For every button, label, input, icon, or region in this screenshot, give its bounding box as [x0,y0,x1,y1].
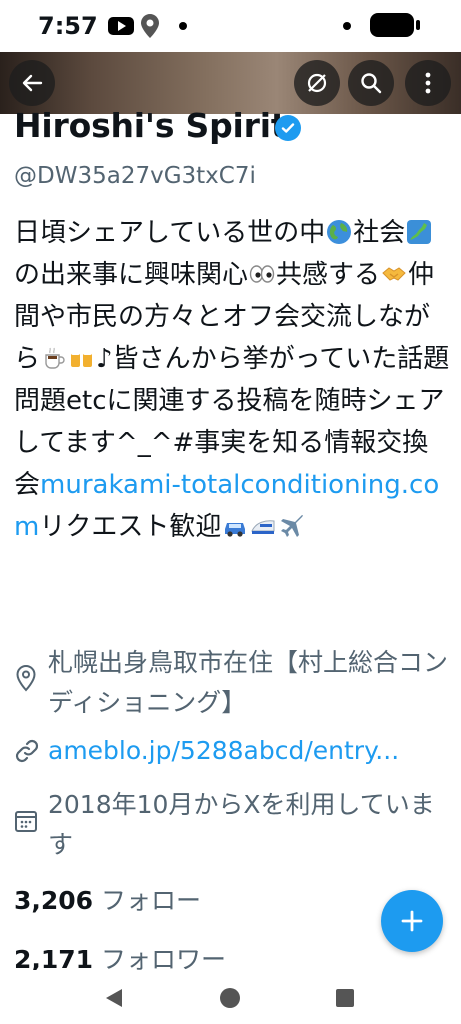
bio-text: リクエスト歓迎 [39,512,222,542]
more-options-button[interactable] [405,60,451,106]
more-vertical-icon [425,72,431,94]
following-label: フォロー [101,886,202,915]
nav-back-button[interactable] [105,988,123,1012]
nav-home-button[interactable] [219,987,241,1013]
eyes-emoji-icon [249,265,275,283]
airplane-emoji-icon [281,515,304,537]
nav-recents-button[interactable] [336,989,354,1011]
signal-dot-icon [343,22,351,30]
profile-handle: @DW35a27vG3txC7i [14,163,256,189]
grok-button[interactable] [294,60,340,106]
profile-joined-date: 2018年10月からXを利用しています [48,790,435,859]
nav-back-triangle-icon [106,989,122,1007]
hot-beverage-emoji-icon [45,347,65,369]
bio-text: 共感する [276,260,381,290]
following-stat[interactable]: 3,206 フォロー [14,881,201,917]
japan-map-emoji-icon [407,220,432,244]
back-arrow-icon [22,74,43,92]
nav-recents-square-icon [336,989,354,1007]
status-time: 7:57 [38,12,98,40]
back-button[interactable] [9,60,55,106]
nav-home-circle-icon [220,988,240,1008]
calendar-icon [14,808,38,838]
handshake-emoji-icon [382,267,406,281]
grok-icon [307,73,327,93]
profile-bio: 日頃シェアしている世の中 社会の出来事に興味関心 共感する 仲間や市民の方々とオフ会交… [14,212,454,548]
bio-text: 社会 [353,218,406,248]
location-icon [14,664,38,696]
bio-text: の出来事に興味関心 [14,260,249,290]
profile-name: Hiroshi's Spirit [14,106,287,145]
bio-text: 日頃シェアしている世の中 [14,218,326,248]
link-icon [14,738,40,768]
location-status-icon [141,14,159,42]
bullet-train-emoji-icon [251,520,275,534]
profile-website-link[interactable]: ameblo.jp/5288abcd/entry... [48,731,448,771]
globe-emoji-icon [327,220,352,244]
system-navigation-bar [0,970,461,1024]
plus-icon [401,910,423,932]
profile-location: 札幌出身鳥取市在住【村上総合コンディショニング】 [48,648,449,717]
following-count: 3,206 [14,886,94,915]
search-button[interactable] [348,60,394,106]
status-bar: 7:57 [0,0,461,52]
battery-icon [370,13,420,37]
beer-mugs-emoji-icon [71,351,93,367]
compose-post-button[interactable] [381,890,443,952]
youtube-notification-icon [108,17,134,39]
notification-dot-icon [179,22,187,30]
car-emoji-icon [225,523,246,537]
verified-badge-icon [275,115,301,141]
search-icon [361,73,382,94]
